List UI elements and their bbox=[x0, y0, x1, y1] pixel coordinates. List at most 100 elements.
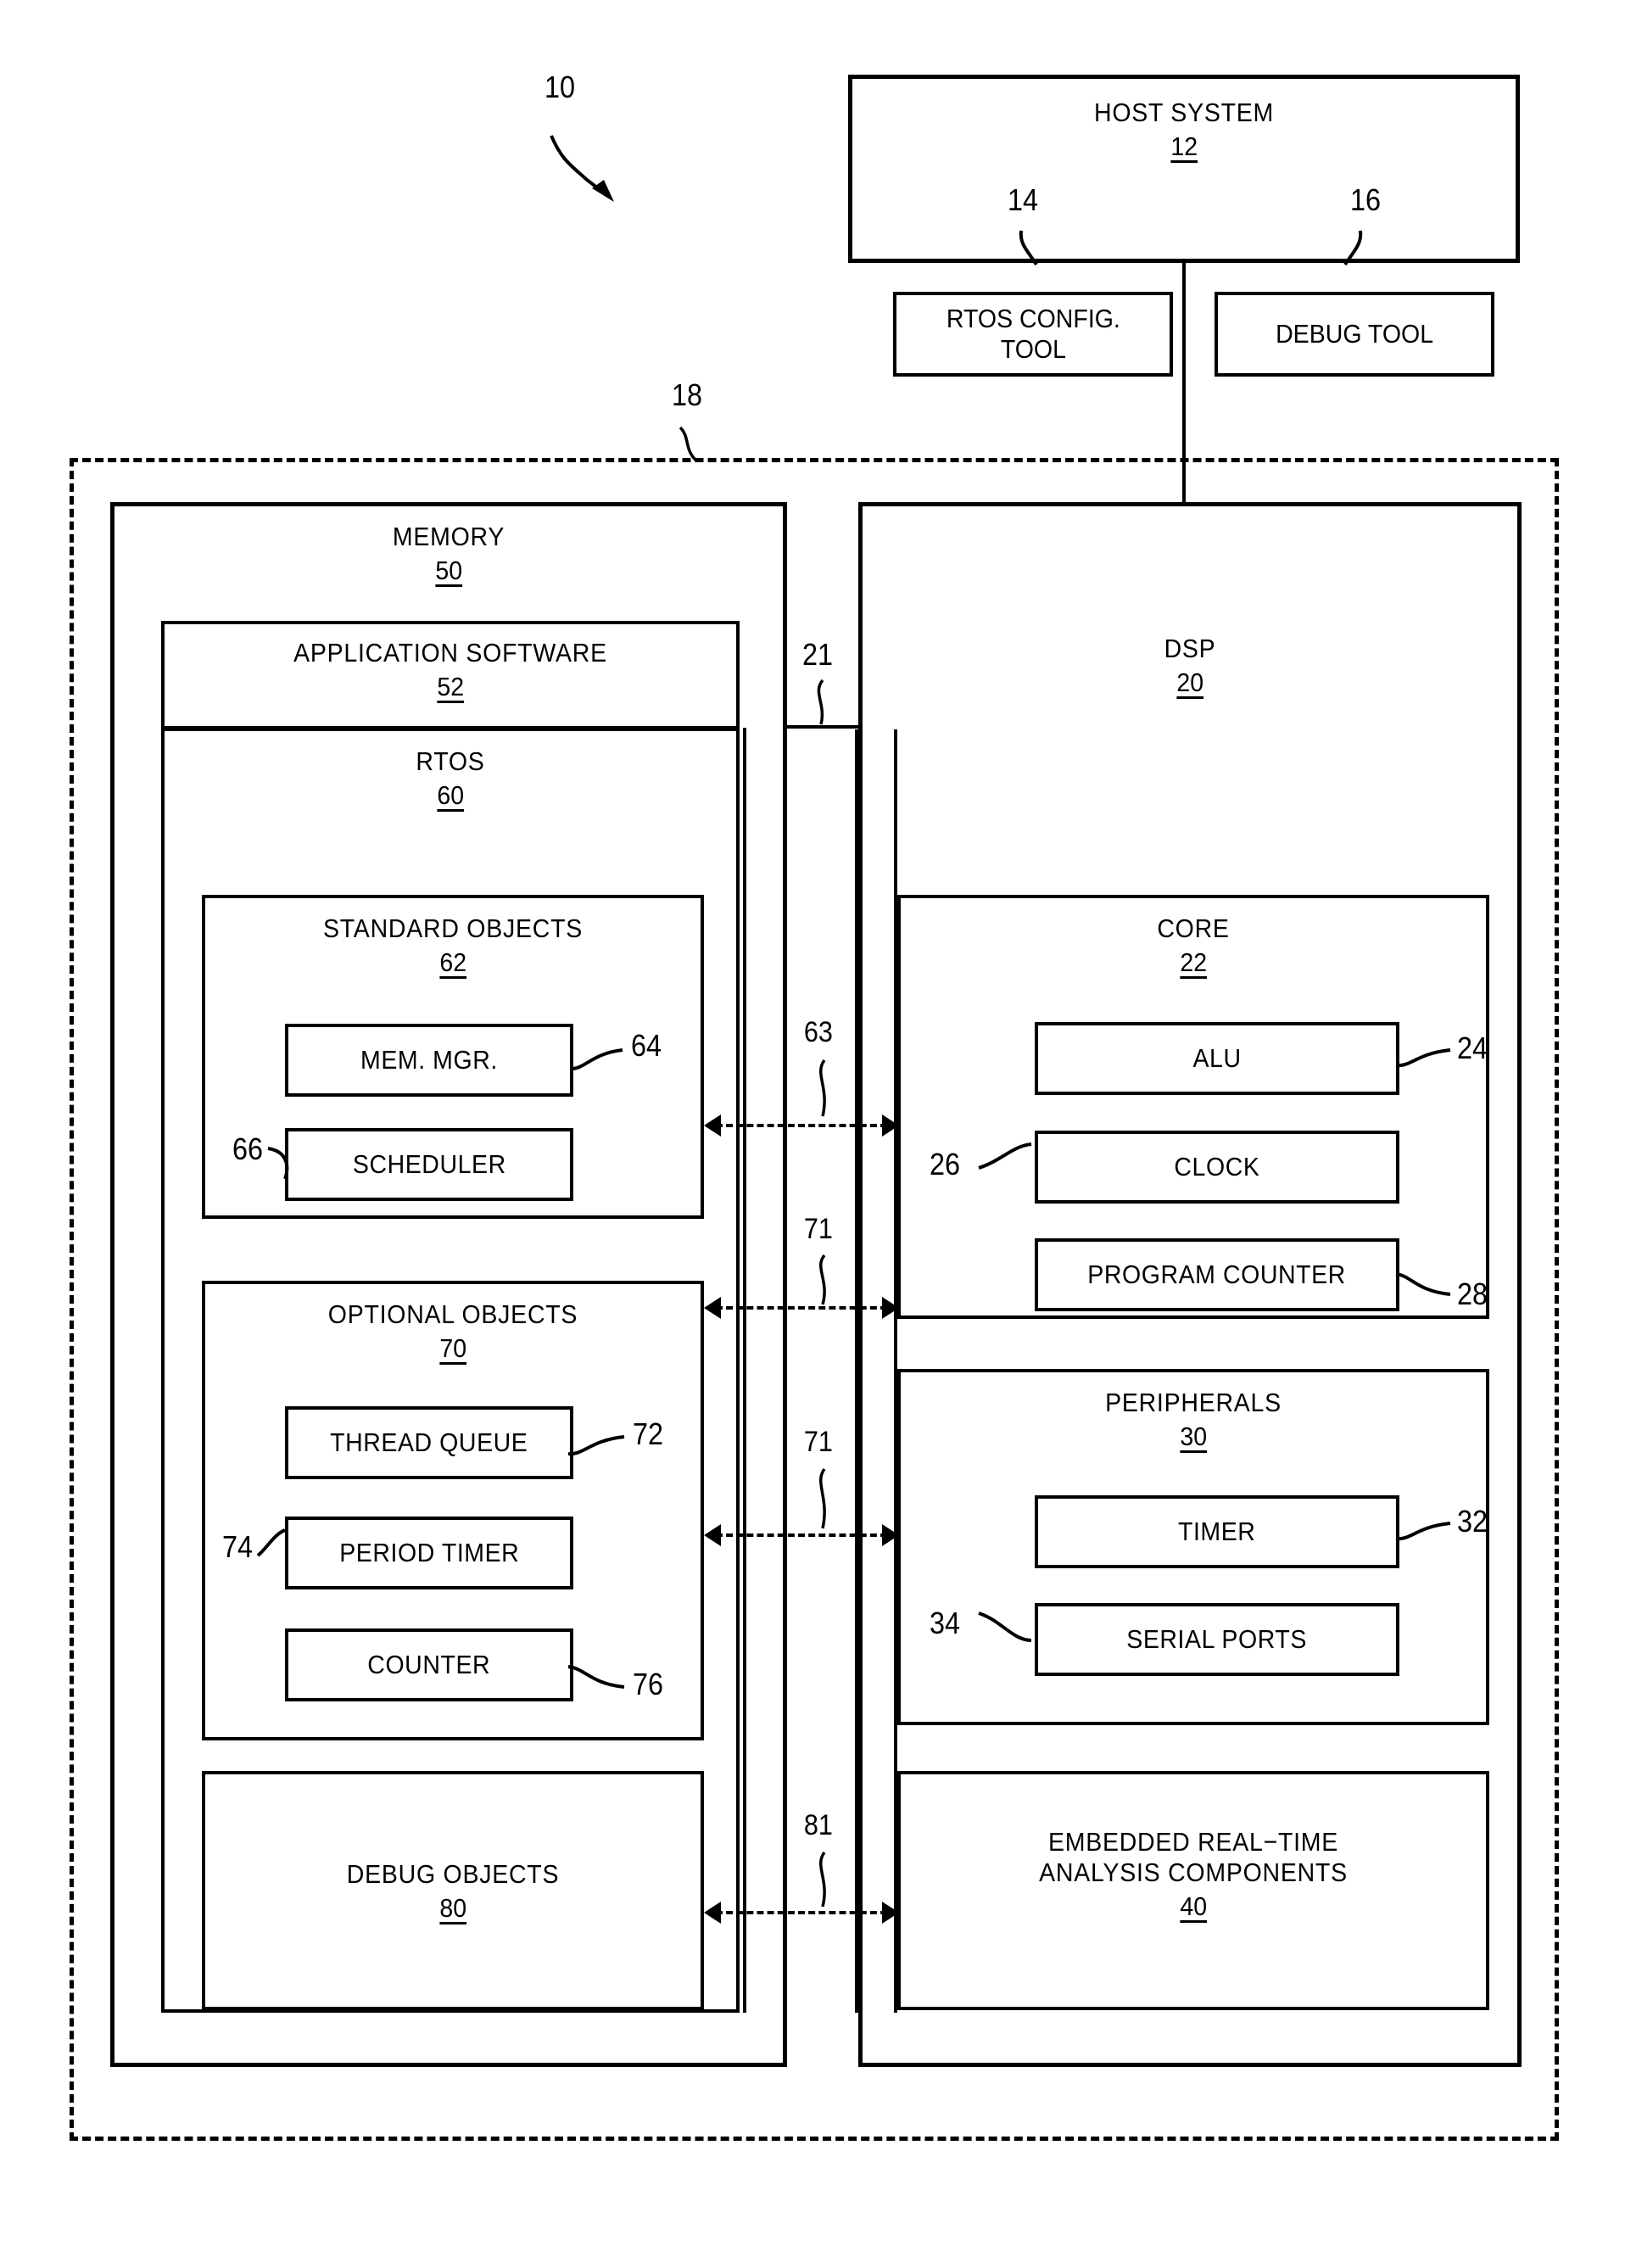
bus-71b-arrow bbox=[704, 1524, 899, 1546]
rail-line-3 bbox=[855, 729, 858, 2013]
mem-mgr-box[interactable]: MEM. MGR. bbox=[285, 1024, 573, 1097]
peripherals-number: 30 bbox=[1180, 1422, 1207, 1451]
dsp-number: 20 bbox=[1176, 668, 1203, 697]
core-title: CORE bbox=[1157, 913, 1230, 943]
debug-tool-label: DEBUG TOOL bbox=[1276, 319, 1433, 349]
bus-63-arrow bbox=[704, 1114, 899, 1137]
analysis-components-header: EMBEDDED REAL−TIME ANALYSIS COMPONENTS 4… bbox=[901, 1827, 1486, 1922]
rtos-title: RTOS bbox=[416, 746, 485, 776]
host-system-number: 12 bbox=[1170, 131, 1198, 161]
ref-16: 16 bbox=[1350, 182, 1382, 217]
ref-21: 21 bbox=[802, 637, 834, 672]
host-system-title: HOST SYSTEM bbox=[1093, 98, 1275, 127]
application-software-header: APPLICATION SOFTWARE 52 bbox=[165, 638, 736, 702]
ref-63: 63 bbox=[803, 1016, 833, 1048]
debug-objects-box: DEBUG OBJECTS 80 bbox=[202, 1771, 704, 2010]
ref-18: 18 bbox=[672, 377, 703, 412]
counter-box[interactable]: COUNTER bbox=[285, 1628, 573, 1701]
program-counter-box[interactable]: PROGRAM COUNTER bbox=[1035, 1238, 1399, 1311]
counter-label: COUNTER bbox=[367, 1650, 491, 1679]
rtos-config-tool-box[interactable]: RTOS CONFIG. TOOL bbox=[893, 292, 1173, 377]
alu-label: ALU bbox=[1192, 1043, 1242, 1073]
rail-line-1 bbox=[743, 728, 746, 2013]
scheduler-label: SCHEDULER bbox=[352, 1149, 506, 1179]
analysis-components-title-line1: EMBEDDED REAL−TIME bbox=[1047, 1827, 1339, 1857]
analysis-components-box: EMBEDDED REAL−TIME ANALYSIS COMPONENTS 4… bbox=[897, 1771, 1489, 2010]
clock-box[interactable]: CLOCK bbox=[1035, 1131, 1399, 1204]
debug-tool-box[interactable]: DEBUG TOOL bbox=[1215, 292, 1494, 377]
ref-28: 28 bbox=[1457, 1276, 1488, 1311]
debug-objects-header: DEBUG OBJECTS 80 bbox=[205, 1859, 701, 1924]
ref-74-leader bbox=[256, 1525, 329, 1567]
thread-queue-box[interactable]: THREAD QUEUE bbox=[285, 1406, 573, 1479]
figure-canvas: 10 HOST SYSTEM 12 14 16 RTOS CONFIG. TOO… bbox=[0, 0, 1625, 2268]
ref-64: 64 bbox=[631, 1028, 662, 1063]
ref-71-top-leader bbox=[807, 1254, 850, 1310]
program-counter-label: PROGRAM COUNTER bbox=[1087, 1260, 1347, 1289]
bus-71b-arrow-right bbox=[882, 1524, 899, 1546]
rtos-header: RTOS 60 bbox=[165, 746, 736, 811]
core-number: 22 bbox=[1180, 947, 1207, 977]
ref-71-bottom-leader bbox=[807, 1467, 850, 1533]
ref-24: 24 bbox=[1457, 1031, 1488, 1065]
ref-72: 72 bbox=[633, 1416, 664, 1451]
ref-24-leader bbox=[1394, 1045, 1455, 1082]
bus-81-arrow-line bbox=[716, 1911, 887, 1914]
core-header: CORE 22 bbox=[901, 913, 1486, 978]
debug-objects-number: 80 bbox=[439, 1893, 466, 1923]
ref-32: 32 bbox=[1457, 1504, 1488, 1539]
bus-81-arrow bbox=[704, 1902, 899, 1924]
application-software-title: APPLICATION SOFTWARE bbox=[293, 638, 607, 668]
ref-76: 76 bbox=[633, 1667, 664, 1701]
ref-81: 81 bbox=[803, 1809, 833, 1841]
serial-ports-box[interactable]: SERIAL PORTS bbox=[1035, 1603, 1399, 1676]
bus-63-arrow-line bbox=[716, 1124, 887, 1127]
host-system-header: HOST SYSTEM 12 bbox=[852, 98, 1516, 162]
alu-box[interactable]: ALU bbox=[1035, 1022, 1399, 1095]
ref-21-leader bbox=[807, 679, 850, 729]
memory-number: 50 bbox=[435, 556, 462, 585]
ref-10-leader bbox=[543, 127, 662, 221]
timer-box[interactable]: TIMER bbox=[1035, 1495, 1399, 1568]
ref-10: 10 bbox=[544, 70, 576, 104]
bus-71a-arrow bbox=[704, 1297, 899, 1319]
ref-66: 66 bbox=[232, 1131, 264, 1166]
serial-ports-label: SERIAL PORTS bbox=[1126, 1624, 1308, 1654]
ref-71-bottom: 71 bbox=[803, 1426, 833, 1458]
thread-queue-label: THREAD QUEUE bbox=[330, 1427, 528, 1457]
standard-objects-header: STANDARD OBJECTS 62 bbox=[205, 913, 701, 978]
optional-objects-header: OPTIONAL OBJECTS 70 bbox=[205, 1299, 701, 1364]
analysis-components-number: 40 bbox=[1180, 1891, 1207, 1921]
ref-16-leader bbox=[1323, 227, 1374, 278]
dsp-title: DSP bbox=[1164, 634, 1216, 663]
bus-71a-arrow-right bbox=[882, 1297, 899, 1319]
rtos-number: 60 bbox=[437, 780, 464, 810]
peripherals-title: PERIPHERALS bbox=[1105, 1388, 1282, 1417]
bus-71b-arrow-line bbox=[716, 1533, 887, 1537]
ref-26: 26 bbox=[930, 1147, 961, 1181]
timer-label: TIMER bbox=[1178, 1517, 1256, 1546]
ref-18-leader bbox=[670, 424, 729, 483]
ref-71-top: 71 bbox=[803, 1213, 833, 1245]
debug-objects-title: DEBUG OBJECTS bbox=[346, 1859, 560, 1889]
ref-66-leader bbox=[267, 1143, 329, 1186]
ref-14-leader bbox=[1014, 227, 1065, 278]
rail-line-4 bbox=[894, 729, 897, 2013]
ref-34-leader bbox=[975, 1605, 1043, 1651]
rail-line-2 bbox=[784, 729, 787, 2013]
ref-14: 14 bbox=[1008, 182, 1039, 217]
period-timer-label: PERIOD TIMER bbox=[338, 1538, 520, 1567]
bus-63-arrow-right bbox=[882, 1114, 899, 1137]
ref-63-leader bbox=[807, 1059, 850, 1121]
clock-label: CLOCK bbox=[1174, 1152, 1260, 1181]
ref-34: 34 bbox=[930, 1606, 961, 1640]
ref-81-leader bbox=[807, 1851, 850, 1912]
ref-74: 74 bbox=[222, 1529, 254, 1564]
application-software-box: APPLICATION SOFTWARE 52 bbox=[161, 621, 740, 729]
ref-76-leader bbox=[567, 1658, 631, 1697]
ref-32-leader bbox=[1394, 1518, 1455, 1556]
optional-objects-title: OPTIONAL OBJECTS bbox=[327, 1299, 578, 1329]
rtos-config-tool-label: RTOS CONFIG. TOOL bbox=[946, 304, 1120, 364]
memory-title: MEMORY bbox=[392, 522, 505, 551]
application-software-number: 52 bbox=[437, 672, 464, 701]
